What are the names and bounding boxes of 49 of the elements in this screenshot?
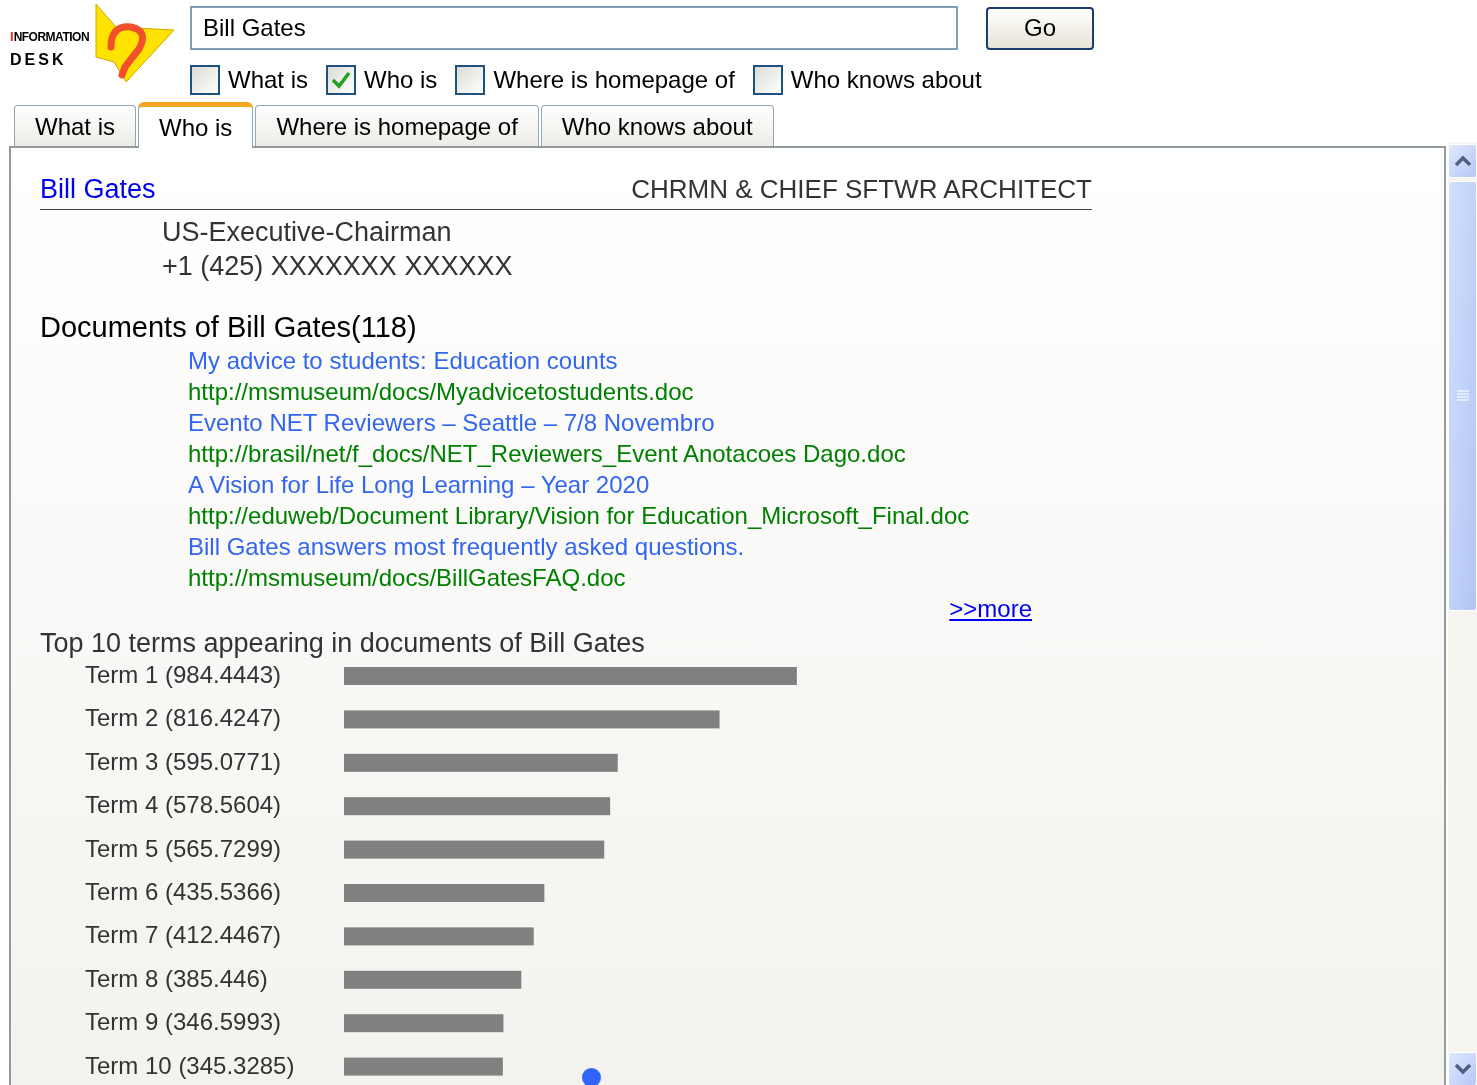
bar-label: Term 9 (346.5993) bbox=[85, 1008, 282, 1036]
bar-label: Term 2 (816.4247) bbox=[85, 704, 282, 732]
checkbox[interactable] bbox=[326, 65, 356, 95]
chevron-down-icon bbox=[1453, 1063, 1472, 1075]
document-url: http://eduweb/Document Library/Vision for Education_Microsoft_Final.doc bbox=[188, 501, 971, 531]
chevron-up-icon bbox=[1453, 155, 1472, 167]
tab[interactable]: Where is homepage of bbox=[255, 105, 539, 147]
document-url: http://msmuseum/docs/Myadvicetostudents.doc bbox=[188, 377, 695, 407]
check-icon bbox=[331, 71, 351, 89]
tab[interactable]: What is bbox=[14, 105, 136, 147]
logo-text: DESK bbox=[10, 52, 67, 68]
document-title-link[interactable]: My advice to students: Education counts bbox=[188, 345, 1123, 376]
checkbox-label: Where is homepage of bbox=[493, 65, 735, 95]
checkbox-label: What is bbox=[228, 65, 308, 95]
scroll-up-button[interactable] bbox=[1448, 144, 1477, 178]
checkbox[interactable] bbox=[190, 65, 220, 95]
search-field[interactable]: Bill Gates bbox=[190, 6, 958, 50]
bar-label: Term 3 (595.0771) bbox=[85, 747, 282, 775]
document-url: http://msmuseum/docs/BillGatesFAQ.doc bbox=[188, 563, 627, 593]
bar-label: Term 10 (345.3285) bbox=[85, 1051, 295, 1079]
document-title-link[interactable]: Evento NET Reviewers – Seattle – 7/8 Novembro bbox=[188, 407, 1123, 438]
document-title-link[interactable]: Bill Gates answers most frequently asked questions. bbox=[188, 531, 1123, 562]
scroll-thumb[interactable] bbox=[1448, 181, 1477, 611]
document-url: http://brasil/net/f_docs/NET_Reviewers_Event Anotacoes Dago.doc bbox=[188, 439, 907, 469]
person-detail: +1 (425) XXXXXXX XXXXXX bbox=[162, 250, 514, 283]
checkbox[interactable] bbox=[752, 65, 783, 95]
bar-label: Term 4 (578.5604) bbox=[85, 791, 282, 819]
job-title: CHRMN & CHIEF SFTWR ARCHITECT bbox=[631, 173, 1092, 205]
tab[interactable]: Who knows about bbox=[540, 105, 774, 147]
chart-title: Top 10 terms appearing in documents of Bill Gates bbox=[40, 627, 646, 660]
bar-label: Term 6 (435.5366) bbox=[85, 878, 282, 905]
checkbox-label: Who is bbox=[364, 65, 438, 95]
go-button[interactable]: Go bbox=[986, 6, 1094, 50]
bar-label: Term 7 (412.4467) bbox=[85, 921, 282, 949]
grip-icon bbox=[1455, 389, 1470, 403]
logo-text: I bbox=[10, 30, 14, 43]
document-title-link[interactable]: A Vision for Life Long Learning – Year 2020 bbox=[188, 469, 1123, 500]
person-detail: US-Executive-Chairman bbox=[162, 216, 453, 249]
bar-label: Term 1 (984.4443) bbox=[85, 661, 282, 688]
scroll-down-button[interactable] bbox=[1448, 1052, 1477, 1085]
person-name-link[interactable]: Bill Gates bbox=[40, 173, 156, 205]
bar-label: Term 5 (565.7299) bbox=[85, 834, 282, 862]
documents-heading: Documents of Bill Gates(118) bbox=[40, 310, 418, 345]
scrollbar[interactable] bbox=[1448, 142, 1477, 1085]
more-link[interactable]: >>more bbox=[949, 593, 1032, 624]
checkbox[interactable] bbox=[455, 65, 486, 95]
bar-label: Term 8 (385.446) bbox=[85, 964, 268, 992]
checkbox-label: Who knows about bbox=[790, 65, 982, 95]
tab[interactable]: Who is bbox=[138, 102, 254, 148]
